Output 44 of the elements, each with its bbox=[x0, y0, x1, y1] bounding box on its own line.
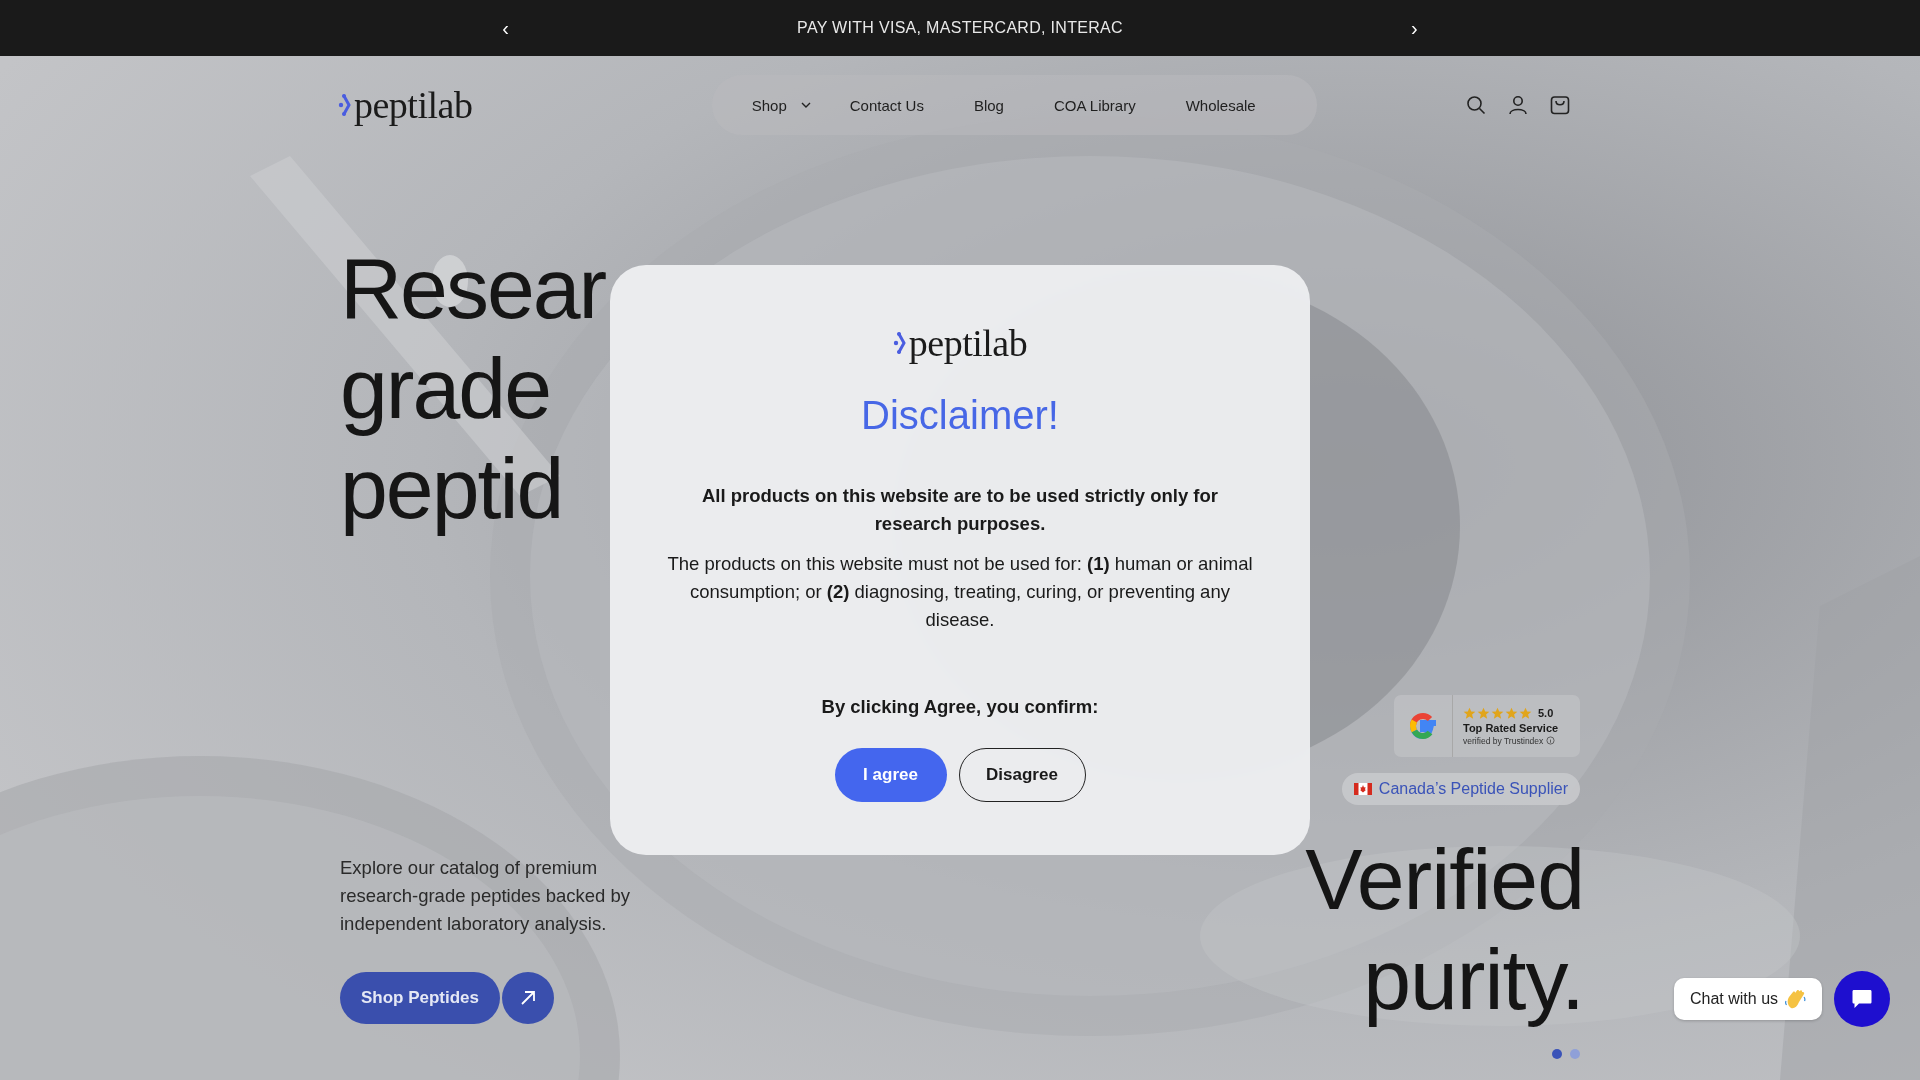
flag-icon bbox=[1353, 783, 1372, 795]
nav-link[interactable]: Wholesale bbox=[1160, 96, 1281, 114]
nav-link[interactable]: COA Library bbox=[1028, 96, 1161, 114]
chat-bubble-icon bbox=[1851, 988, 1874, 1010]
logo-mark-icon bbox=[892, 330, 907, 356]
waving-hand-icon bbox=[1784, 988, 1807, 1010]
rating-score: 5.0 bbox=[1538, 707, 1554, 719]
previous-button[interactable]: ‹ bbox=[496, 16, 515, 40]
logo-wordmark: peptilab bbox=[354, 83, 473, 127]
shopping-bag-icon[interactable] bbox=[1550, 95, 1570, 115]
shop-button[interactable]: Shop Peptides bbox=[340, 972, 500, 1024]
chevron-down-icon[interactable] bbox=[800, 102, 811, 108]
logo-wordmark: peptilab bbox=[908, 321, 1028, 365]
arrow-up-right-icon bbox=[520, 990, 536, 1006]
verified-text: verified by Trustindex bbox=[1463, 735, 1544, 746]
search-icon[interactable] bbox=[1466, 95, 1486, 115]
rating-widget[interactable]: 5.0 Top Rated Service verified by Trustindex bbox=[1394, 695, 1580, 757]
hero-description: Explore our catalog of premium research-grade peptides backed by independent laboratory analysis. bbox=[340, 856, 631, 936]
badge-text: Canada’s Peptide Supplier bbox=[1378, 780, 1568, 798]
star-icon bbox=[1463, 706, 1476, 720]
nav-link[interactable]: Shop bbox=[751, 96, 801, 114]
rating-title: Top Rated Service bbox=[1463, 721, 1559, 734]
agree-button[interactable]: I agree bbox=[834, 748, 947, 802]
next-button[interactable]: › bbox=[1405, 16, 1424, 40]
chat-label: Chat with us bbox=[1690, 990, 1779, 1008]
star-icon bbox=[1491, 706, 1504, 720]
star-icon bbox=[1519, 706, 1532, 720]
hero-heading: Resear grade peptid bbox=[340, 239, 607, 538]
dialog-lead-text: All products on this website are to be used strictly only for research purposes. bbox=[701, 484, 1219, 536]
nav-link[interactable]: Contact Us bbox=[824, 96, 949, 114]
announcement-text: PAY WITH VISA, MASTERCARD, INTERAC bbox=[796, 19, 1124, 37]
chat-prompt[interactable]: Chat with us bbox=[1674, 978, 1823, 1020]
dialog-body-text: The products on this website must not be used for: (1) human or animal consumption; or (2) diagnosing, treating, curing, or preventing any disease. bbox=[666, 552, 1254, 632]
logo-mark-icon bbox=[338, 92, 352, 118]
slide-dot[interactable] bbox=[1570, 1049, 1580, 1059]
slide-dot[interactable] bbox=[1552, 1049, 1562, 1059]
info-icon[interactable] bbox=[1546, 736, 1556, 745]
account-icon[interactable] bbox=[1508, 95, 1528, 115]
star-icon bbox=[1505, 706, 1518, 720]
star-icon bbox=[1477, 706, 1490, 720]
tagline-heading: Verified purity. bbox=[1305, 830, 1584, 1029]
nav-link[interactable]: Blog bbox=[948, 96, 1029, 114]
dialog-title: Disclaimer! bbox=[861, 393, 1059, 438]
dialog-confirm-text: By clicking Agree, you confirm: bbox=[821, 696, 1099, 718]
